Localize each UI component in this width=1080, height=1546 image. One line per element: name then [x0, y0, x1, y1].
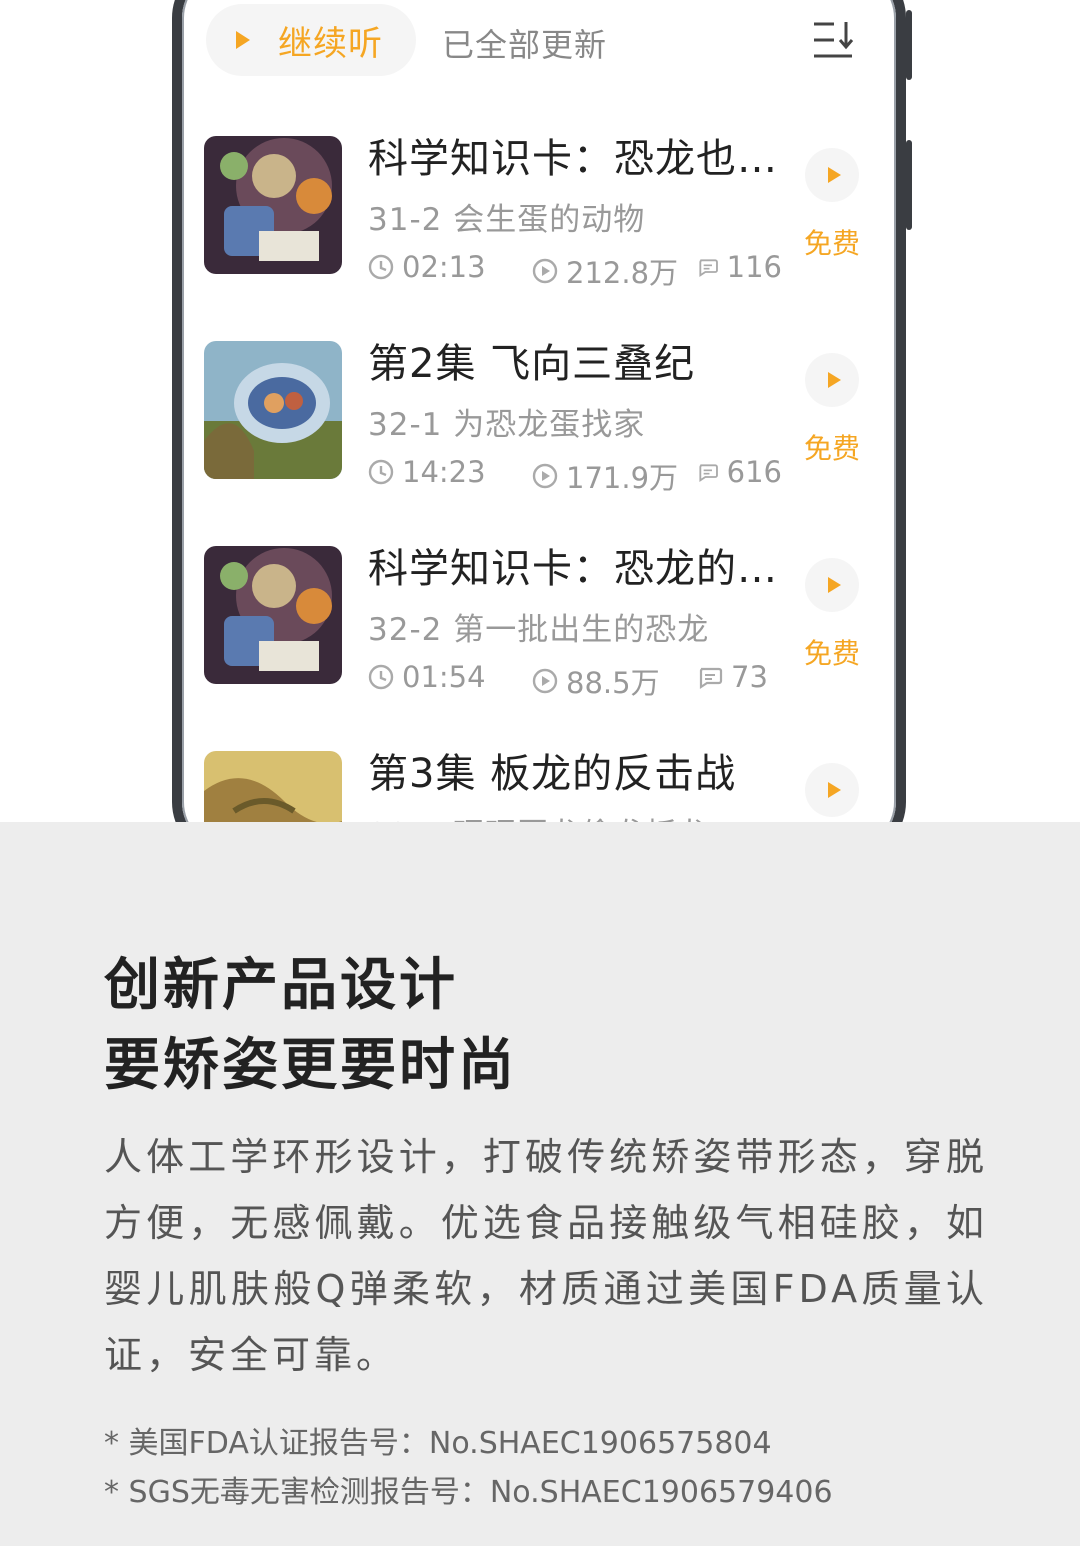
phone-side-button [906, 140, 912, 230]
episode-comment-count: 73 [697, 660, 782, 694]
episode-title: 科学知识卡：恐龙的… [368, 546, 778, 592]
episode-comment-count-value: 616 [726, 455, 782, 489]
episode-play-button[interactable] [805, 148, 859, 202]
episode-duration-value: 02:13 [402, 250, 486, 284]
episode-cover-image [204, 751, 342, 822]
free-badge: 免费 [804, 637, 861, 670]
episode-comment-count-value: 73 [731, 660, 768, 694]
episode-subtitle: 32-2 第一批出生的恐龙 [368, 612, 710, 648]
episode-comment-count-value: 116 [726, 250, 782, 284]
episode-subtitle: 31-2 会生蛋的动物 [368, 202, 646, 238]
episode-play-button[interactable] [805, 558, 859, 612]
episode-cover-image [204, 136, 342, 274]
episode-play-count-value: 212.8万 [566, 256, 679, 290]
fda-report-note: * 美国FDA认证报告号：No.SHAEC1906575804 [104, 1426, 772, 1461]
clock-icon [368, 459, 394, 485]
product-description-panel: 创新产品设计 要矫姿更要时尚 人体工学环形设计，打破传统矫姿带形态，穿脱方便，无… [0, 822, 1080, 1546]
headline-line-2: 要矫姿更要时尚 [104, 1033, 517, 1098]
episode-play-button[interactable] [805, 353, 859, 407]
episode-title: 科学知识卡：恐龙也… [368, 136, 778, 182]
episode-item[interactable]: 科学知识卡：恐龙也… 31-2 会生蛋的动物 02:13 212.8万 116 … [182, 110, 896, 315]
free-badge: 免费 [804, 227, 861, 260]
episode-play-count: 88.5万 [532, 660, 660, 702]
episode-duration-value: 01:54 [402, 660, 486, 694]
episode-subtitle: 32-1 为恐龙蛋找家 [368, 407, 646, 443]
play-icon [827, 167, 841, 183]
episode-duration: 14:23 [368, 455, 486, 489]
episode-title: 第3集 板龙的反击战 [368, 751, 737, 797]
play-icon [827, 782, 841, 798]
continue-listening-label: 继续听 [278, 24, 383, 63]
update-status-text: 已全部更新 [442, 26, 608, 64]
play-icon [827, 577, 841, 593]
episode-duration: 01:54 [368, 660, 486, 694]
clock-icon [368, 254, 394, 280]
plays-icon [532, 668, 558, 694]
episode-play-button[interactable] [805, 763, 859, 817]
episode-item[interactable]: 科学知识卡：恐龙的… 32-2 第一批出生的恐龙 01:54 88.5万 73 … [182, 520, 896, 725]
sgs-report-note: * SGS无毒无害检测报告号：No.SHAEC1906579406 [104, 1475, 833, 1510]
episode-item[interactable]: 第3集 板龙的反击战 33-1 理理图龙偷袭板龙 [182, 725, 896, 822]
episode-subtitle: 33-1 理理图龙偷袭板龙 [368, 809, 709, 822]
comment-icon [699, 464, 718, 483]
episode-toolbar: 继续听 已全部更新 [182, 0, 896, 82]
comment-icon [699, 667, 723, 690]
plays-icon [532, 258, 558, 284]
episode-title: 第2集 飞向三叠纪 [368, 341, 696, 387]
play-icon [827, 372, 841, 388]
clock-icon [368, 664, 394, 690]
episode-duration: 02:13 [368, 250, 486, 284]
episode-play-count: 171.9万 [532, 455, 678, 497]
comment-icon [699, 259, 718, 278]
app-screen: 继续听 已全部更新 科学知识卡：恐龙也… 31-2 会生蛋的动物 02:13 2… [182, 0, 896, 822]
episode-item[interactable]: 第2集 飞向三叠纪 32-1 为恐龙蛋找家 14:23 171.9万 616 免… [182, 315, 896, 520]
episode-play-count-value: 171.9万 [566, 461, 679, 495]
episode-comment-count: 116 [697, 250, 782, 284]
episode-cover-image [204, 341, 342, 479]
episode-duration-value: 14:23 [402, 455, 486, 489]
play-icon [236, 31, 250, 49]
episode-play-count: 212.8万 [532, 250, 678, 292]
headline: 创新产品设计 要矫姿更要时尚 [104, 946, 517, 1106]
episode-play-count-value: 88.5万 [566, 666, 660, 700]
continue-listening-button[interactable]: 继续听 [206, 4, 416, 76]
headline-line-1: 创新产品设计 [104, 953, 458, 1018]
phone-side-button [906, 10, 912, 80]
plays-icon [532, 463, 558, 489]
episode-comment-count: 616 [697, 455, 782, 489]
phone-mockup-section: 继续听 已全部更新 科学知识卡：恐龙也… 31-2 会生蛋的动物 02:13 2… [0, 0, 1080, 822]
episode-cover-image [204, 546, 342, 684]
free-badge: 免费 [804, 432, 861, 465]
description-body: 人体工学环形设计，打破传统矫姿带形态，穿脱方便，无感佩戴。优选食品接触级气相硅胶… [104, 1135, 988, 1377]
sort-icon[interactable] [812, 20, 858, 60]
